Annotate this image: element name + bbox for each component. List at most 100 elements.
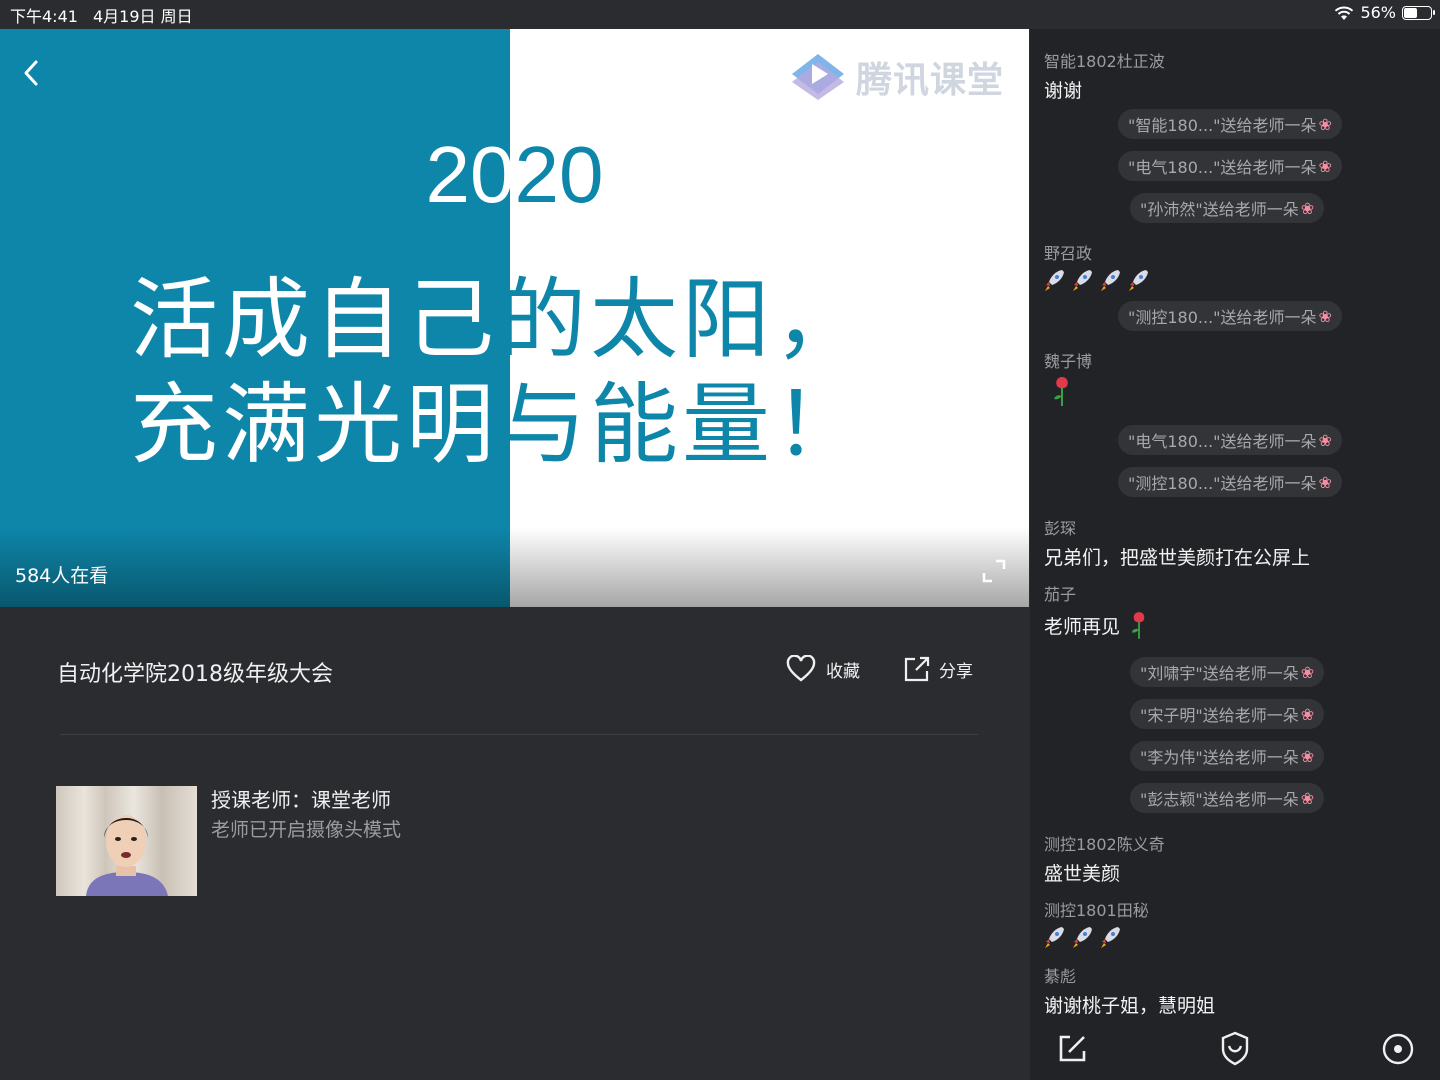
gift-text: "测控180..."送给老师一朵 [1128, 308, 1317, 327]
gift-notice: "测控180..."送给老师一朵 ❀ [1118, 467, 1342, 497]
gift-text: "宋子明"送给老师一朵 [1140, 706, 1299, 725]
wifi-icon [1335, 6, 1354, 20]
gift-text: "孙沛然"送给老师一朵 [1140, 200, 1299, 219]
battery-percent: 56% [1360, 3, 1396, 22]
chat-username: 綦彪 [1044, 967, 1077, 986]
rocket-icon [1129, 270, 1148, 291]
chat-username: 测控1801田秘 [1044, 901, 1149, 920]
heart-icon [786, 655, 816, 682]
chat-username: 野召政 [1044, 244, 1093, 263]
chat-toolbar [1030, 1029, 1440, 1069]
chat-username: 测控1802陈义奇 [1044, 835, 1165, 854]
chat-text: 盛世美颜 [1044, 863, 1121, 885]
divider [60, 734, 978, 735]
gift-notice: "电气180..."送给老师一朵 ❀ [1118, 425, 1342, 455]
chat-username: 智能1802杜正波 [1044, 52, 1165, 71]
chat-text: 老师再见 [1044, 615, 1121, 638]
gift-notice: "孙沛然"送给老师一朵 ❀ [1130, 193, 1325, 223]
rocket-icon [1101, 270, 1120, 291]
chat-message: 野召政 [1044, 240, 1150, 292]
gift-text: "电气180..."送给老师一朵 [1128, 432, 1317, 451]
flower-icon: ❀ [1318, 114, 1332, 134]
flower-icon: ❀ [1300, 788, 1315, 808]
flower-icon: ❀ [1300, 662, 1315, 682]
badge-icon[interactable] [1215, 1029, 1255, 1069]
chat-message: 测控1802陈义奇 盛世美颜 [1044, 831, 1165, 886]
fullscreen-icon[interactable] [980, 557, 1008, 585]
chat-message: 彭琛 兄弟们，把盛世美颜打在公屏上 [1044, 515, 1310, 570]
battery-icon [1402, 5, 1435, 20]
slide-year: 2020 [0, 129, 1029, 221]
gift-notice: "李为伟"送给老师一朵 ❀ [1130, 741, 1325, 771]
gift-notice: "刘啸宇"送给老师一朵 ❀ [1130, 657, 1325, 687]
gift-text: "测控180..."送给老师一朵 [1128, 474, 1317, 493]
rose-icon [1054, 377, 1068, 406]
chat-text-row: 老师再见 [1044, 609, 1150, 641]
gift-text: "智能180..."送给老师一朵 [1128, 116, 1317, 135]
flower-icon: ❀ [1318, 430, 1332, 450]
flower-icon: ❀ [1300, 704, 1315, 724]
chat-username: 魏子博 [1044, 352, 1093, 371]
chat-message: 魏子博 [1044, 348, 1092, 412]
status-right: 56% [1334, 3, 1435, 22]
favorite-label: 收藏 [826, 661, 860, 682]
slide-line-2: 充满光明与能量！ [130, 354, 866, 481]
gift-text: "刘啸宇"送给老师一朵 [1140, 664, 1299, 683]
back-icon[interactable] [16, 57, 48, 89]
chat-message: 綦彪 谢谢桃子姐，慧明姐 [1044, 963, 1215, 1018]
flower-icon: ❀ [1318, 156, 1332, 176]
compose-icon[interactable] [1052, 1029, 1092, 1069]
brand-logo: 腾讯课堂 [790, 51, 1004, 103]
teacher-name: 授课老师：课堂老师 [211, 788, 391, 812]
gift-text: "李为伟"送给老师一朵 [1140, 748, 1299, 767]
video-player[interactable]: 腾讯课堂 2020 活成自己的太阳， 充满光明与能量！ 584人在看 [0, 29, 1029, 607]
gift-notice: "智能180..."送给老师一朵 ❀ [1118, 109, 1342, 139]
teacher-camera-status: 老师已开启摄像头模式 [211, 819, 402, 841]
record-icon[interactable] [1378, 1029, 1418, 1069]
share-icon [904, 656, 930, 682]
rocket-icon [1101, 927, 1120, 948]
tencent-classroom-logo-icon [792, 54, 844, 100]
share-button[interactable]: 分享 [903, 655, 973, 683]
rocket-icon [1045, 927, 1064, 948]
slide-line-2-right: 与能量！ [498, 373, 867, 476]
gift-notice: "测控180..."送给老师一朵 ❀ [1118, 301, 1342, 331]
viewer-count: 584人在看 [15, 565, 109, 587]
chat-text: 兄弟们，把盛世美颜打在公屏上 [1044, 547, 1311, 569]
rocket-emoji-row [1044, 925, 1149, 949]
status-time: 下午4:41 [10, 7, 78, 26]
share-label: 分享 [939, 661, 973, 682]
chat-panel[interactable]: 智能1802杜正波 谢谢 "智能180..."送给老师一朵 ❀ "电气180...… [1030, 29, 1440, 1080]
rocket-icon [1073, 270, 1092, 291]
chat-username: 茄子 [1044, 585, 1077, 604]
teacher-camera-thumbnail[interactable] [56, 786, 197, 896]
chat-text: 谢谢桃子姐，慧明姐 [1044, 995, 1216, 1017]
slide-line-2-left: 充满光明 [130, 373, 499, 476]
status-date: 4月19日 周日 [93, 7, 193, 26]
chat-username: 彭琛 [1044, 519, 1077, 538]
flower-icon: ❀ [1318, 472, 1332, 492]
gift-notice: "彭志颖"送给老师一朵 ❀ [1130, 783, 1325, 813]
favorite-button[interactable]: 收藏 [786, 655, 860, 683]
rocket-icon [1045, 270, 1064, 291]
chat-message: 智能1802杜正波 谢谢 [1044, 48, 1165, 103]
status-bar: 下午4:41 4月19日 周日 56% [0, 0, 1440, 28]
rocket-emoji-row [1044, 268, 1150, 292]
video-shade [0, 527, 1029, 607]
flower-icon: ❀ [1300, 198, 1315, 218]
teacher-avatar-icon [86, 815, 168, 896]
chat-message: 茄子 老师再见 [1044, 581, 1150, 641]
rocket-icon [1073, 927, 1092, 948]
brand-name: 腾讯课堂 [856, 60, 1005, 101]
slide-year-text: 2020 [425, 130, 604, 219]
flower-icon: ❀ [1300, 746, 1315, 766]
gift-text: "彭志颖"送给老师一朵 [1140, 790, 1299, 809]
gift-notice: "电气180..."送给老师一朵 ❀ [1118, 151, 1342, 181]
course-title: 自动化学院2018级年级大会 [57, 662, 333, 687]
gift-text: "电气180..."送给老师一朵 [1128, 158, 1317, 177]
rose-icon [1131, 612, 1145, 639]
flower-icon: ❀ [1318, 306, 1332, 326]
gift-notice: "宋子明"送给老师一朵 ❀ [1130, 699, 1325, 729]
chat-text: 谢谢 [1044, 80, 1083, 102]
chat-message: 测控1801田秘 [1044, 897, 1149, 949]
